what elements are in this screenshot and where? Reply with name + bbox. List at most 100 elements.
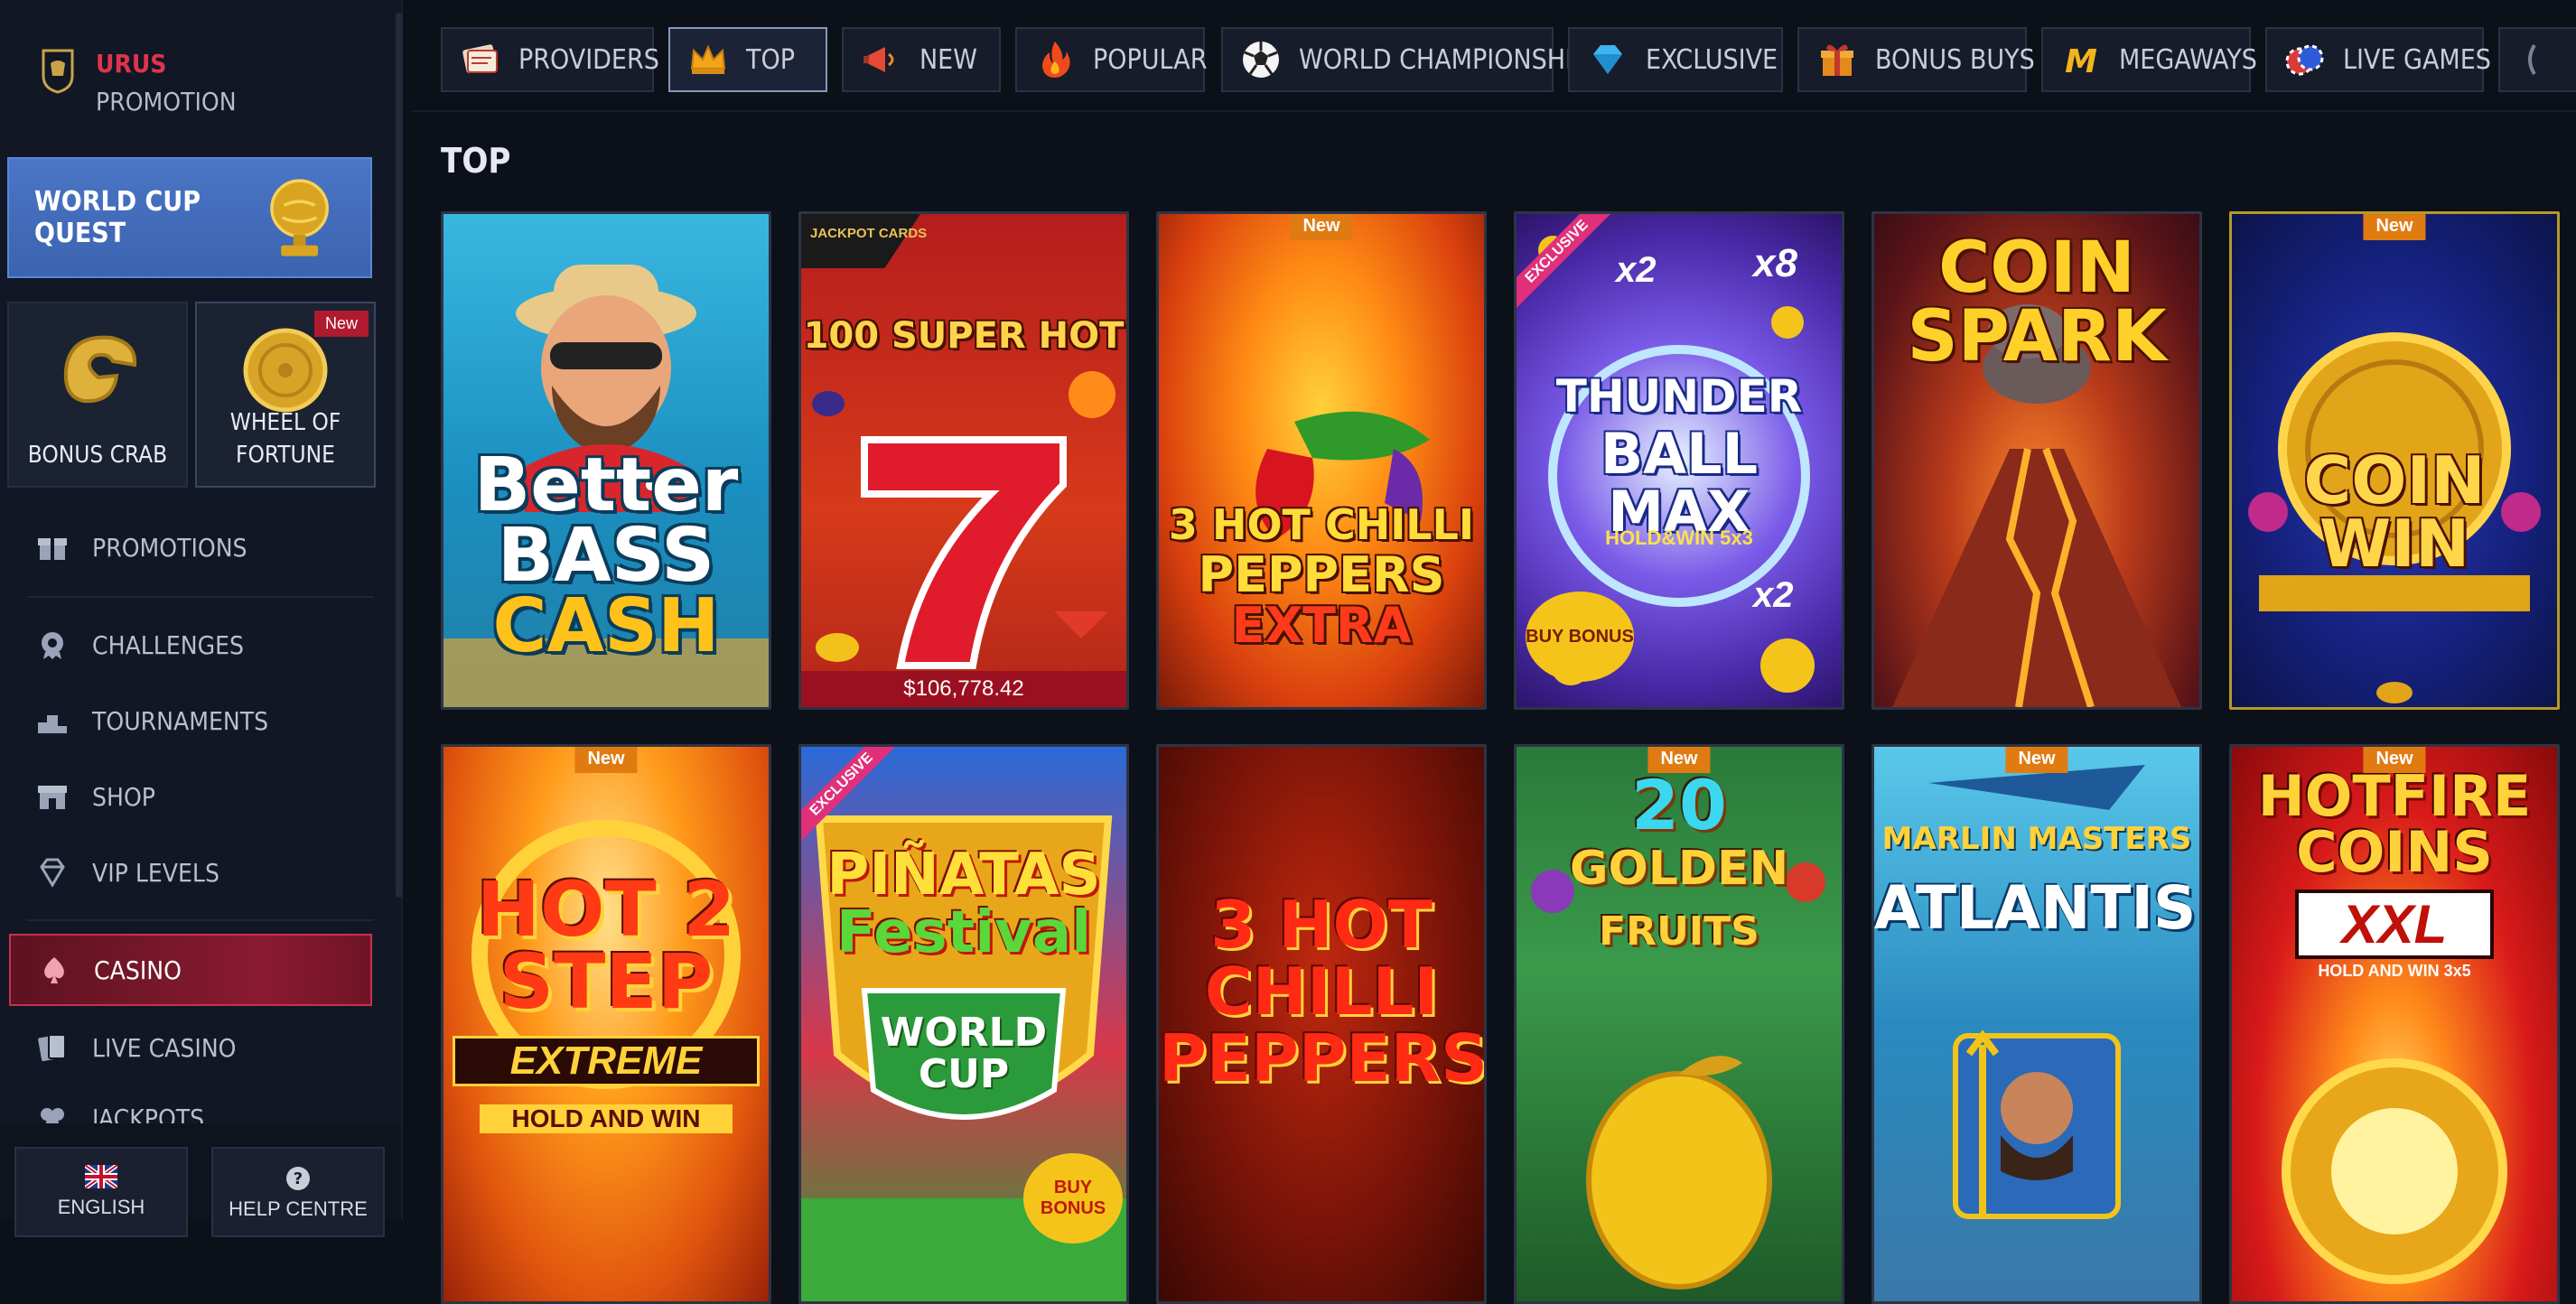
- game-title: COIN SPARK: [1874, 233, 2199, 377]
- game-card-hot-step-2-extreme[interactable]: HOT 2 STEP EXTREME HOLD AND WIN New: [441, 744, 771, 1304]
- sidebar-item-label: VIP LEVELS: [92, 857, 219, 888]
- game-title-line: SPARK: [1907, 296, 2167, 377]
- game-art: COIN WIN: [2232, 214, 2557, 707]
- game-title-line: 3 HOT: [1210, 887, 1433, 963]
- tab-bonus-buys[interactable]: BONUS BUYS: [1797, 27, 2035, 92]
- game-title: ATLANTIS™: [1874, 873, 2199, 943]
- cards-icon: [38, 1034, 66, 1062]
- category-nav: PROVIDERS TOP NEW POPULAR WORLD CHAMPION…: [412, 0, 2576, 112]
- game-title-line: HOTFIRE: [2257, 763, 2532, 829]
- game-card-hotfire-coins-xxl[interactable]: HOTFIRE COINS XXL HOLD AND WIN 3x5 New: [2229, 744, 2560, 1304]
- game-edition-label: EXTREME: [453, 1036, 760, 1086]
- game-card-coin-spark[interactable]: COIN SPARK: [1871, 211, 2202, 710]
- game-title: HOT 2 STEP: [443, 865, 769, 1020]
- tab-popular[interactable]: POPULAR: [1015, 27, 1208, 92]
- sidebar-item-live-casino[interactable]: LIVE CASINO: [36, 1031, 237, 1064]
- wheel-of-fortune-tile[interactable]: New WHEEL OF FORTUNE: [195, 302, 376, 488]
- game-card-3-hot-chilli-peppers[interactable]: 3 HOT CHILLI PEPPERS: [1156, 744, 1487, 1304]
- game-title-line: HOT 2: [476, 865, 736, 954]
- game-subtitle: HOLD&WIN 5x3: [1605, 526, 1753, 549]
- tab-megaways[interactable]: M MEGAWAYS: [2041, 27, 2257, 92]
- help-centre-button[interactable]: ? HELP CENTRE: [211, 1147, 385, 1237]
- game-title-line: 20: [1631, 765, 1727, 845]
- game-title-line: WIN: [2319, 506, 2470, 582]
- sidebar-scrollbar[interactable]: [396, 13, 403, 898]
- sidebar-divider: [27, 596, 374, 598]
- shop-icon: [38, 786, 67, 809]
- game-art: PIÑATAS Festival WORLD CUP BUY BONUS: [801, 747, 1126, 1301]
- game-title-line: GOLDEN: [1569, 842, 1789, 896]
- soccer-ball-icon: [1243, 42, 1279, 78]
- game-card-100-super-hot[interactable]: JACKPOT CARDS 100 SUPER HOT $106,778.42: [798, 211, 1129, 710]
- game-card-thunder-ball-max[interactable]: x2 x8 x2 THUNDER BALL MAX HOLD&WIN 5x3 B…: [1514, 211, 1844, 710]
- sidebar-item-shop[interactable]: SHOP: [36, 780, 155, 813]
- tab-top[interactable]: TOP: [668, 27, 827, 92]
- quest-label: WORLD CUP QUEST: [34, 186, 201, 249]
- game-title-line: CASH: [492, 583, 720, 669]
- game-title-line: CHILLI: [1204, 954, 1439, 1029]
- tab-providers[interactable]: PROVIDERS: [441, 27, 659, 92]
- tab-label: TOP: [746, 43, 795, 76]
- game-card-3-hot-chilli-peppers-extra[interactable]: 3 HOT CHILLI PEPPERS EXTRA New: [1156, 211, 1487, 710]
- bonus-crab-label: BONUS CRAB: [27, 442, 168, 469]
- game-title: PIÑATAS Festival: [801, 846, 1126, 962]
- game-title-line: PEPPERS: [1198, 546, 1445, 603]
- game-art: Better BASS CASH: [443, 214, 769, 707]
- tab-exclusive[interactable]: EXCLUSIVE: [1568, 27, 1783, 92]
- chips-icon: [2285, 44, 2324, 76]
- bonus-crab-tile[interactable]: BONUS CRAB: [7, 302, 188, 488]
- tab-more-partial[interactable]: [2498, 27, 2576, 92]
- tab-new[interactable]: NEW: [842, 27, 1001, 92]
- sidebar-item-challenges[interactable]: CHALLENGES: [36, 629, 244, 661]
- game-title-line: COINS: [2296, 819, 2493, 885]
- tab-label: LIVE GAMES: [2343, 43, 2491, 76]
- help-label: HELP CENTRE: [229, 1197, 368, 1220]
- gem-icon: [1593, 45, 1622, 74]
- new-badge: New: [574, 747, 638, 773]
- sidebar-item-promotions[interactable]: PROMOTIONS: [36, 531, 247, 564]
- new-badge: New: [2005, 747, 2068, 773]
- game-title-line: EXTRA: [1231, 597, 1412, 654]
- game-edition-label: XXL: [2295, 890, 2494, 959]
- game-card-marlin-masters-atlantis[interactable]: MARLIN MASTERS ATLANTIS™ New: [1871, 744, 2202, 1304]
- more-category-icon: [2528, 43, 2536, 76]
- tab-live-games[interactable]: LIVE GAMES: [2265, 27, 2491, 92]
- gift-box-icon: [1821, 44, 1853, 76]
- diamond-icon: [40, 858, 65, 888]
- tab-label: WORLD CHAMPIONSHIP: [1299, 43, 1588, 76]
- game-art: 3 HOT CHILLI PEPPERS: [1159, 747, 1484, 1301]
- uk-flag-icon: [85, 1165, 117, 1188]
- game-card-coin-win[interactable]: COIN WIN New: [2229, 211, 2560, 710]
- brand[interactable]: URUS PROMOTION: [40, 45, 237, 121]
- game-card-pinatas-festival-world-cup[interactable]: PIÑATAS Festival WORLD CUP BUY BONUS EXC…: [798, 744, 1129, 1304]
- game-card-better-bass-cash[interactable]: Better BASS CASH: [441, 211, 771, 710]
- wheel-label: WHEEL OF FORTUNE: [230, 406, 341, 471]
- sidebar-item-tournaments[interactable]: TOURNAMENTS: [36, 704, 268, 737]
- brand-subtitle: PROMOTION: [96, 87, 237, 116]
- game-art: 20 GOLDEN FRUITS: [1517, 747, 1842, 1301]
- crown-icon: [690, 44, 726, 74]
- new-badge: New: [1647, 747, 1711, 773]
- language-button[interactable]: ENGLISH: [14, 1147, 188, 1237]
- game-title-line: BASS: [497, 513, 715, 599]
- new-badge: New: [2363, 214, 2426, 240]
- sidebar-item-label: LIVE CASINO: [92, 1032, 237, 1063]
- sidebar: URUS PROMOTION WORLD CUP QUEST BONUS CRA…: [0, 0, 403, 1237]
- game-title-line: FRUITS: [1599, 908, 1759, 955]
- game-title: 20 GOLDEN FRUITS: [1517, 765, 1842, 964]
- game-title-line: THUNDER: [1555, 370, 1803, 423]
- game-card-20-golden-fruits[interactable]: 20 GOLDEN FRUITS New: [1514, 744, 1844, 1304]
- game-title: Better BASS CASH: [443, 449, 769, 669]
- game-title-line: BALL: [1600, 421, 1759, 487]
- sidebar-divider: [27, 919, 374, 921]
- new-badge: New: [1290, 214, 1353, 240]
- sidebar-item-vip-levels[interactable]: VIP LEVELS: [36, 856, 219, 889]
- tab-label: POPULAR: [1093, 43, 1208, 76]
- world-cup-quest-banner[interactable]: WORLD CUP QUEST: [7, 157, 372, 278]
- multiplier-label: x2: [1753, 575, 1794, 615]
- new-badge: New: [2363, 747, 2426, 773]
- sidebar-item-casino[interactable]: CASINO: [9, 934, 372, 1006]
- tab-label: PROVIDERS: [518, 43, 659, 76]
- megaways-m-icon: M: [2065, 43, 2097, 80]
- tab-world-championship[interactable]: WORLD CHAMPIONSHIP: [1221, 27, 1587, 92]
